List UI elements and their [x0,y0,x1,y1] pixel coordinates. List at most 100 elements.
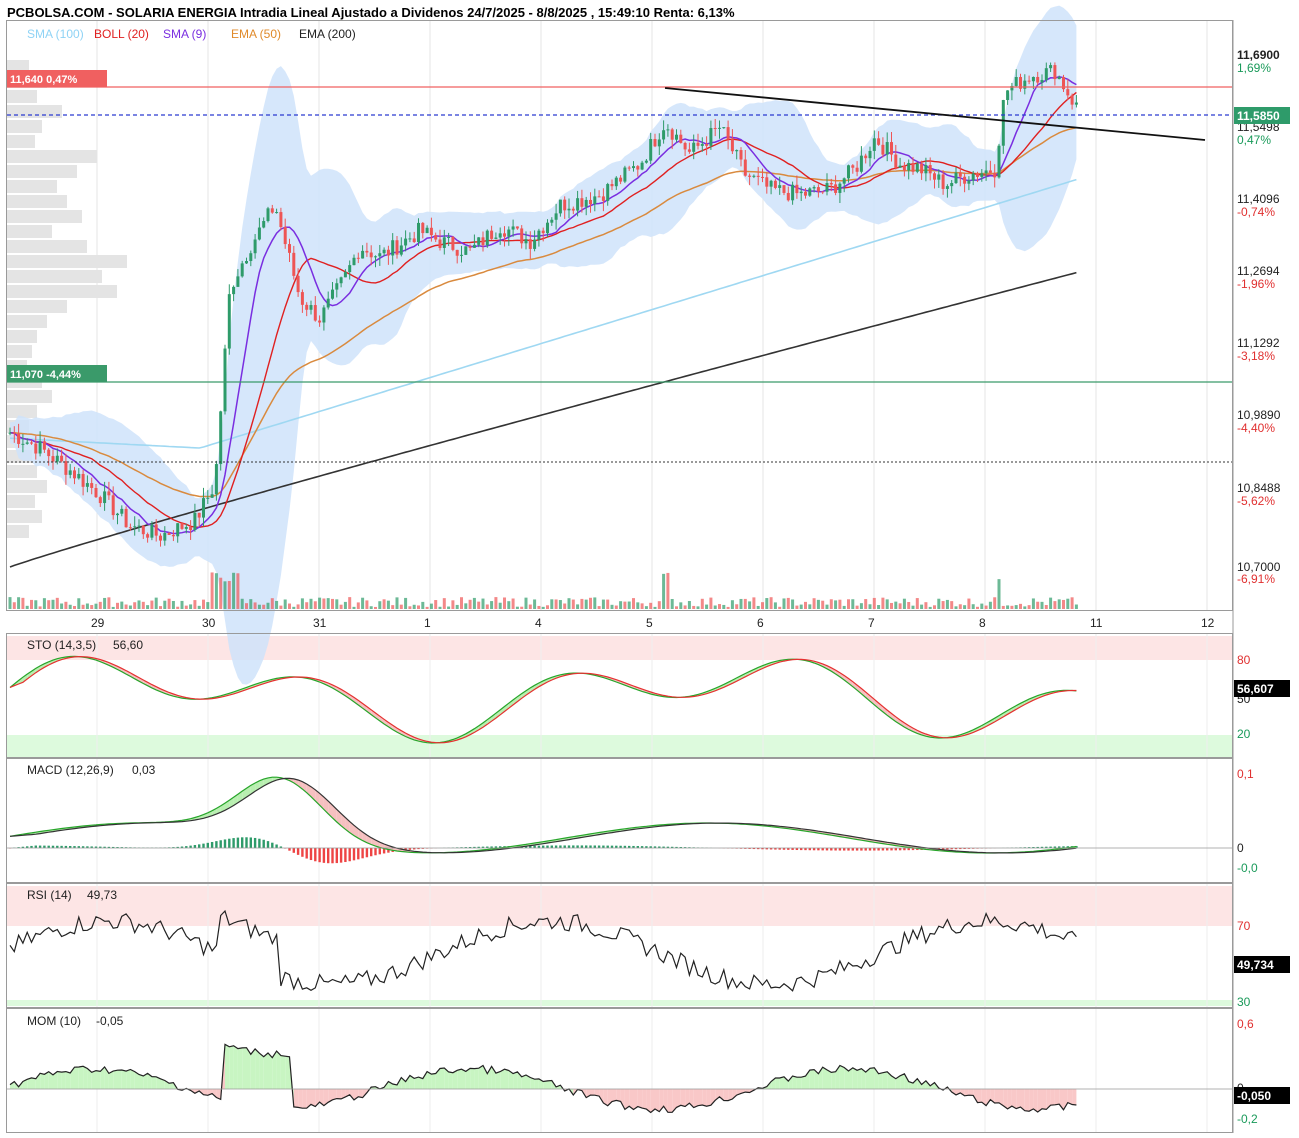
candle-body [55,455,59,462]
volume-bar [911,605,915,609]
mom-fill [448,1071,453,1089]
mom-fill [792,1076,797,1089]
candle-body [412,238,416,243]
volume-profile-bar [7,525,29,538]
candle-body [1014,77,1018,86]
candle-body [1053,65,1057,80]
macd-histogram-bar [219,840,222,848]
candle-body [339,277,343,284]
volume-bar [730,600,734,609]
volume-bar [984,605,988,609]
candle-body [1036,76,1040,83]
candle-body [1070,95,1074,105]
mom-fill [130,1069,135,1089]
candle-body [262,221,266,228]
volume-bar [361,597,365,609]
candle-body [670,129,674,140]
candle-body [386,249,390,256]
volume-bar [761,602,764,609]
x-axis-label: 4 [535,616,542,630]
candle-body [137,525,141,527]
rsi-value: 49,73 [87,888,117,902]
candle-body [778,185,782,188]
sto-tick-80: 80 [1237,653,1251,667]
macd-tick-top: 0,1 [1237,767,1254,781]
mom-fill [139,1074,144,1089]
candle-body [442,237,446,248]
volume-bar [816,599,820,609]
candle-body [980,173,984,177]
mom-fill [336,1089,342,1099]
mom-fill [693,1089,698,1108]
volume-bar [81,604,85,609]
mom-fill [723,1089,729,1101]
candle-body [791,184,795,201]
candle-body [640,162,644,170]
candle-body [950,183,954,187]
candle-body [219,411,223,465]
sto-d-line [9,655,1077,744]
volume-bar [584,599,588,609]
candle-body [365,250,369,253]
volume-bar [791,599,795,609]
macd-histogram-bar [339,848,343,863]
volume-profile-bar [7,510,42,523]
volume-bar [318,597,322,609]
candle-body [971,173,975,181]
macd-histogram-bar [202,843,205,848]
pct-tick: 1,69% [1237,61,1271,75]
volume-bar [709,597,713,609]
candle-body [563,199,567,211]
mom-fill [827,1069,832,1089]
volume-bar [227,580,231,609]
mom-fill [796,1077,802,1089]
candle-body [232,286,236,295]
sto-panel [9,655,1077,744]
candle-body [1074,102,1078,105]
volume-bar [786,597,790,609]
candle-body [636,166,640,170]
rsi-bands [7,886,1233,1006]
candle-body [644,160,648,163]
volume-bar [898,603,902,609]
volume-bar [601,599,605,609]
volume-bar [176,606,180,609]
candle-body [25,442,29,444]
volume-bar [997,579,1001,609]
candle-body [404,238,408,246]
candle-body [954,172,958,184]
volume-bar [253,602,257,609]
volume-bar [1070,597,1074,609]
candle-body [348,265,352,273]
mom-fill [225,1044,230,1089]
support-label: 11,070 -4,44% [10,369,81,381]
legend-sma9: SMA (9) [163,27,206,41]
mom-fill [779,1076,784,1089]
mom-fill [534,1078,539,1089]
mom-fill [31,1077,36,1089]
candle-body [227,294,231,349]
volume-bar [159,606,162,609]
candle-body [1001,100,1005,146]
pct-tick: -4,40% [1237,421,1275,435]
bollinger-band [10,5,1077,685]
volume-bar [412,604,416,609]
volume-bar [68,604,72,609]
volume-bar [240,598,244,609]
volume-bar [137,600,141,609]
candle-body [417,222,420,243]
candle-body [266,208,270,222]
mom-fill [259,1053,264,1089]
volume-bar [77,598,81,609]
volume-bar [378,601,382,609]
sto-bands [7,636,1233,757]
volume-bar [348,597,352,609]
mom-panel [7,1043,1233,1114]
candle-body [546,222,549,234]
macd-histogram-bar [318,848,321,863]
volume-bar [571,599,575,609]
candle-body [576,198,580,211]
candle-body [675,134,678,140]
candle-body [481,237,485,246]
rsi-badge: 49,734 [1237,958,1274,972]
